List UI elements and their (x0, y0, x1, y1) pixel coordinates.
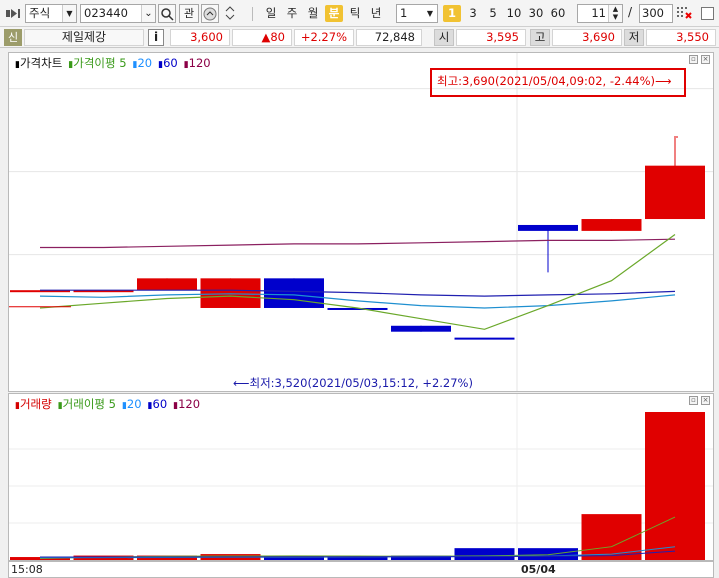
spin-input[interactable]: 11 ▲ ▼ (577, 4, 623, 23)
tab-tick[interactable]: 틱 (346, 5, 364, 22)
volume-chart-canvas (9, 394, 713, 560)
spin-value: 11 (591, 6, 606, 20)
candle-body (645, 165, 705, 220)
toolbar: 주식 ▼ 023440 ⌄ 관 일 주 월 분 틱 년 1 ▼ 1 3 5 10 30 6… (0, 0, 719, 27)
interval-button-30[interactable]: 30 (526, 5, 546, 22)
credit-badge: 신 (4, 29, 22, 46)
volume-legend-label: 거래량 (19, 397, 52, 411)
high-label: 고 (530, 29, 550, 46)
price-chart-panel[interactable]: ▮가격차트 ▮가격이평 5 ▮20 ▮60 ▮120 ▫ × 최고:3,690(2021… (8, 52, 714, 392)
open-label: 시 (434, 29, 454, 46)
tab-day[interactable]: 일 (262, 5, 280, 22)
change-rate: +2.27% (294, 29, 354, 46)
minimize-icon[interactable]: ▫ (689, 396, 698, 405)
price-legend-label: 가격차트 (19, 56, 63, 70)
volume-legend-item[interactable]: ▮거래이평 5 (58, 397, 119, 411)
chart-window: 주식 ▼ 023440 ⌄ 관 일 주 월 분 틱 년 1 ▼ 1 3 5 10 30 6… (0, 0, 719, 578)
candle-body (200, 278, 261, 308)
interval-value: 1 (400, 6, 408, 20)
low-label: 저 (624, 29, 644, 46)
tab-year[interactable]: 년 (367, 5, 385, 22)
volume-value: 72,848 (356, 29, 422, 46)
high-annotation: 최고:3,690(2021/05/04,09:02, -2.44%)⟶ (437, 74, 672, 88)
price-legend-label: 20 (137, 56, 153, 70)
price-legend-item[interactable]: ▮가격이평 5 (68, 56, 129, 70)
ma120-line (40, 238, 676, 249)
volume-legend-item[interactable]: ▮120 (173, 397, 203, 411)
time-axis-label: 15:08 (11, 563, 43, 576)
volume-legend-label: 120 (178, 397, 201, 411)
chevron-down-icon[interactable]: ▼ (62, 5, 76, 22)
count-value: 300 (642, 6, 664, 20)
candle-body (391, 325, 451, 332)
toggle-checkbox[interactable] (701, 7, 714, 20)
interval-select[interactable]: 1 ▼ (396, 4, 438, 23)
price-legend-label: 120 (188, 56, 211, 70)
recent-list-icon[interactable] (201, 4, 219, 23)
current-price: 3,600 (170, 29, 230, 46)
candle-body (137, 278, 197, 291)
time-axis: 15:08 05/04 (8, 561, 714, 578)
stock-code-input[interactable]: 023440 ⌄ (80, 4, 156, 23)
market-type-select[interactable]: 주식 ▼ (25, 4, 77, 23)
time-axis-label: 05/04 (521, 563, 556, 576)
candle-body (518, 224, 578, 231)
volume-legend-item[interactable]: ▮거래량 (15, 397, 55, 411)
low-annotation: ⟵최저:3,520(2021/05/03,15:12, +2.27%) (233, 376, 473, 390)
close-icon[interactable]: × (701, 396, 710, 405)
interval-button-5[interactable]: 5 (484, 5, 502, 22)
ma5-line (39, 234, 676, 330)
slash-separator: / (628, 5, 633, 19)
price-legend: ▮가격차트 ▮가격이평 5 ▮20 ▮60 ▮120 (15, 55, 217, 71)
volume-legend: ▮거래량 ▮거래이평 5 ▮20 ▮60 ▮120 (15, 396, 206, 412)
candle-body (454, 337, 515, 340)
link-arrow-icon[interactable] (6, 8, 22, 19)
low-price: 3,550 (646, 29, 716, 46)
candle-body (581, 219, 642, 231)
chevron-down-icon[interactable]: ⌄ (141, 5, 155, 22)
volume-legend-label: 거래이평 5 (62, 397, 116, 411)
interval-button-10[interactable]: 10 (504, 5, 524, 22)
up-down-spinner-icon[interactable] (222, 4, 238, 23)
grid-settings-icon[interactable] (676, 5, 692, 21)
candle-body (264, 278, 324, 308)
price-legend-item[interactable]: ▮120 (184, 56, 214, 70)
price-legend-label: 가격이평 5 (73, 56, 127, 70)
info-button[interactable]: i (148, 29, 164, 46)
price-legend-label: 60 (163, 56, 178, 70)
stock-name: 제일제강 (24, 29, 144, 46)
price-legend-item[interactable]: ▮20 (133, 56, 156, 70)
volume-legend-label: 20 (126, 397, 142, 411)
stock-code-value: 023440 (84, 6, 128, 20)
tab-week[interactable]: 주 (283, 5, 301, 22)
price-legend-item[interactable]: ▮60 (158, 56, 181, 70)
close-icon[interactable]: × (701, 55, 710, 64)
price-chart-canvas (9, 53, 713, 391)
open-price: 3,595 (456, 29, 526, 46)
volume-chart-panel[interactable]: ▮거래량 ▮거래이평 5 ▮20 ▮60 ▮120 ▫ × (8, 393, 714, 561)
divider (252, 7, 253, 21)
interval-button-3[interactable]: 3 (464, 5, 482, 22)
high-price: 3,690 (552, 29, 622, 46)
tab-minute[interactable]: 분 (325, 5, 343, 22)
market-type-label: 주식 (29, 6, 51, 20)
volume-bar (645, 412, 705, 560)
interval-button-1[interactable]: 1 (443, 5, 461, 22)
interval-button-60[interactable]: 60 (548, 5, 568, 22)
volume-legend-item[interactable]: ▮20 (122, 397, 145, 411)
chevron-down-icon[interactable]: ▼ (423, 5, 437, 22)
search-icon[interactable] (158, 4, 176, 23)
volume-bar (454, 548, 515, 560)
spin-arrows-icon[interactable]: ▲ ▼ (608, 5, 622, 22)
volume-bar (518, 548, 578, 560)
volume-legend-item[interactable]: ▮60 (148, 397, 171, 411)
tab-month[interactable]: 월 (304, 5, 322, 22)
count-input[interactable]: 300 (639, 4, 673, 23)
price-change: ▲80 (232, 29, 292, 46)
quote-bar: 신 제일제강 i 3,600 ▲80 +2.27% 72,848 시 3,595… (0, 27, 719, 48)
minimize-icon[interactable]: ▫ (689, 55, 698, 64)
volume-legend-label: 60 (152, 397, 168, 411)
related-button[interactable]: 관 (179, 4, 199, 23)
price-legend-item[interactable]: ▮가격차트 (15, 56, 65, 70)
